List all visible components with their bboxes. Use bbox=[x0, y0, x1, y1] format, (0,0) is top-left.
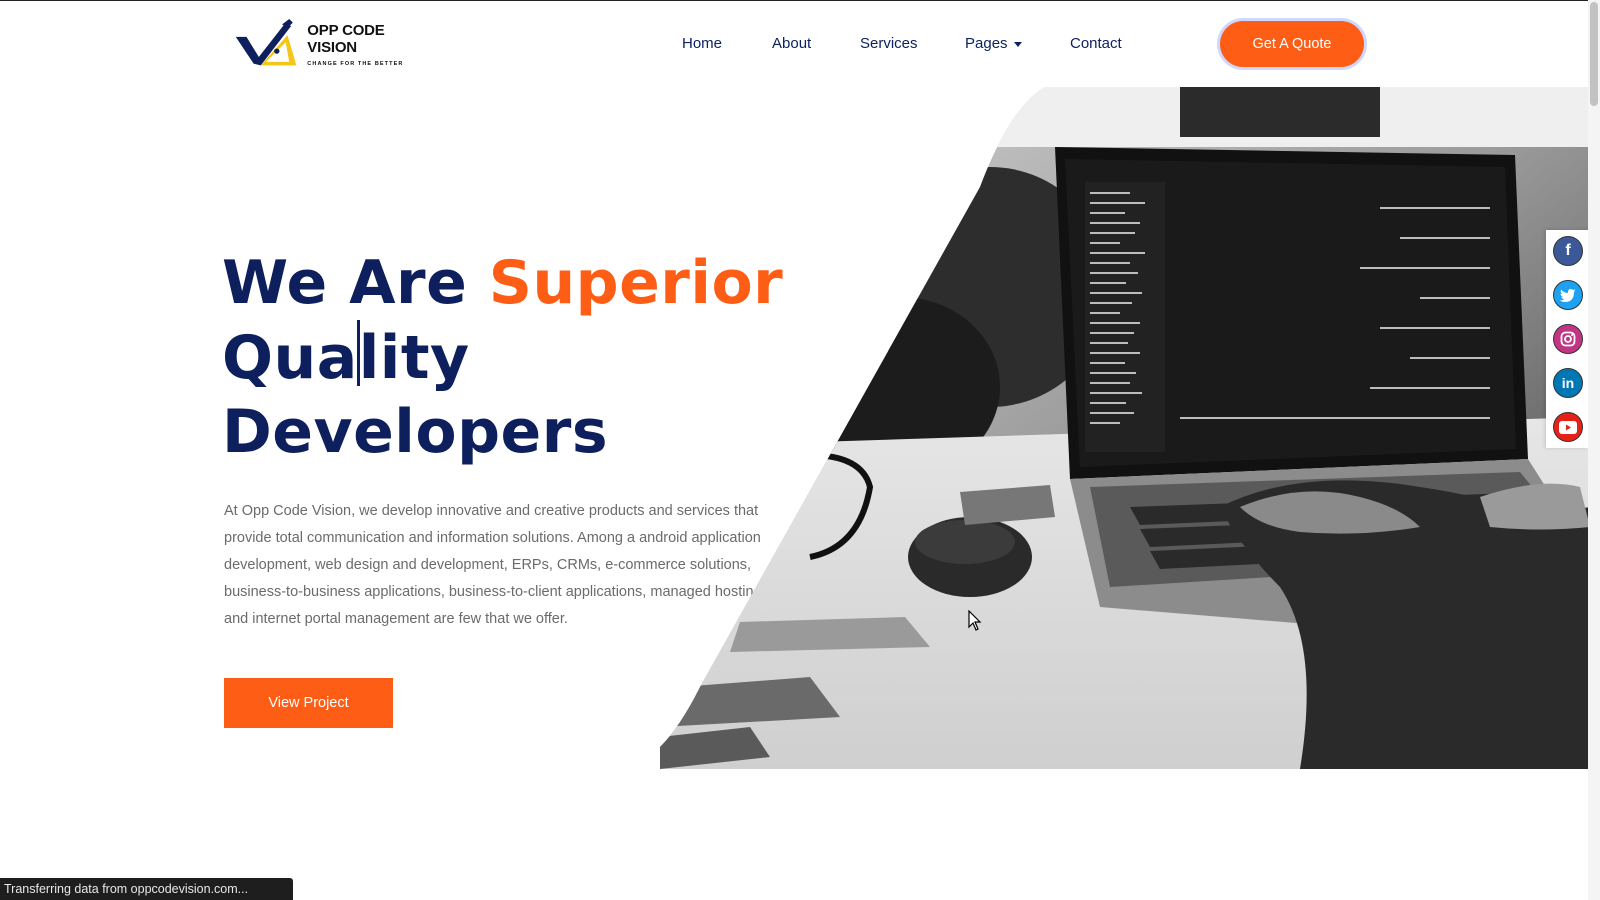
nav-pages-dropdown[interactable]: Pages bbox=[965, 35, 1022, 52]
hero-title-line2-b: lity bbox=[358, 323, 470, 393]
facebook-icon[interactable]: f bbox=[1553, 236, 1583, 266]
hero-title-line3: Developers bbox=[222, 397, 609, 467]
site-logo[interactable]: OPP CODE VISION CHANGE FOR THE BETTER bbox=[234, 14, 424, 74]
logo-mark-icon bbox=[235, 19, 297, 66]
nav-services[interactable]: Services bbox=[860, 35, 918, 52]
nav-about[interactable]: About bbox=[772, 35, 811, 52]
hero-title-part1: We Are bbox=[222, 248, 489, 318]
nav-pages-label: Pages bbox=[965, 35, 1008, 52]
hero-laptop-image bbox=[660, 87, 1590, 769]
linkedin-icon[interactable]: in bbox=[1553, 368, 1583, 398]
twitter-icon[interactable] bbox=[1553, 280, 1583, 310]
scrollbar-thumb[interactable] bbox=[1590, 2, 1598, 106]
scrollbar-track[interactable] bbox=[1588, 0, 1600, 900]
get-quote-button[interactable]: Get A Quote bbox=[1220, 21, 1364, 67]
window-top-border bbox=[0, 0, 1600, 1]
logo-tagline: CHANGE FOR THE BETTER bbox=[307, 60, 404, 67]
browser-status-bar: Transferring data from oppcodevision.com… bbox=[0, 878, 293, 900]
mouse-pointer-icon bbox=[968, 610, 982, 631]
instagram-icon[interactable] bbox=[1553, 324, 1583, 354]
youtube-icon[interactable] bbox=[1553, 412, 1583, 442]
view-project-button[interactable]: View Project bbox=[224, 678, 393, 728]
nav-contact[interactable]: Contact bbox=[1070, 35, 1122, 52]
hero-title-line2-a: Qua bbox=[222, 323, 358, 393]
logo-title: OPP CODE VISION bbox=[307, 21, 385, 56]
caret-down-icon bbox=[1013, 41, 1022, 47]
social-bar: f in bbox=[1546, 230, 1588, 448]
nav-home[interactable]: Home bbox=[682, 35, 722, 52]
